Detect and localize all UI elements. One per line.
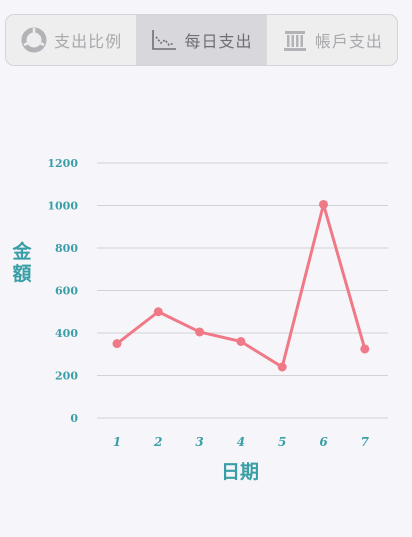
bank-icon [281, 26, 309, 54]
data-point [277, 362, 287, 372]
y-tick-label: 0 [70, 412, 78, 425]
tab-label: 帳戶支出 [314, 32, 383, 51]
x-tick-label: 1 [113, 435, 121, 449]
pie-chart-icon [20, 26, 48, 54]
x-tick-label: 2 [153, 435, 162, 449]
x-tick-label: 5 [278, 435, 286, 449]
y-tick-label: 800 [55, 242, 78, 255]
x-tick-label: 4 [237, 435, 245, 449]
data-point [112, 339, 122, 349]
tab-daily-expense[interactable]: 每日支出 [136, 15, 267, 65]
chart-tab-bar: 支出比例 每日支出 帳戶支出 [5, 14, 398, 66]
y-axis-label: 金額 [11, 240, 32, 285]
tab-expense-ratio[interactable]: 支出比例 [6, 15, 136, 65]
x-axis-label: 日期 [221, 461, 259, 483]
y-tick-label: 400 [55, 327, 78, 340]
daily-expense-chart: 0 200 400 600 800 1000 1200 1 2 3 4 5 6 7 金額 日期 [0, 120, 412, 520]
line-chart: 0 200 400 600 800 1000 1200 1 2 3 4 5 6 7 金額 日期 [11, 157, 388, 483]
data-point [153, 307, 163, 317]
y-tick-label: 600 [55, 285, 78, 298]
tab-account-expense[interactable]: 帳戶支出 [267, 15, 397, 65]
data-point [195, 327, 205, 337]
y-tick-label: 1200 [47, 157, 78, 170]
tab-label: 每日支出 [184, 32, 253, 51]
line-chart-icon [150, 26, 178, 54]
x-tick-label: 7 [361, 435, 370, 449]
y-tick-label: 200 [55, 370, 78, 383]
tab-label: 支出比例 [54, 32, 123, 51]
y-tick-label: 1000 [47, 200, 78, 213]
x-tick-label: 3 [195, 435, 203, 449]
data-point [360, 344, 370, 354]
data-point [236, 337, 246, 346]
x-tick-label: 6 [319, 435, 328, 449]
data-point [319, 199, 328, 209]
